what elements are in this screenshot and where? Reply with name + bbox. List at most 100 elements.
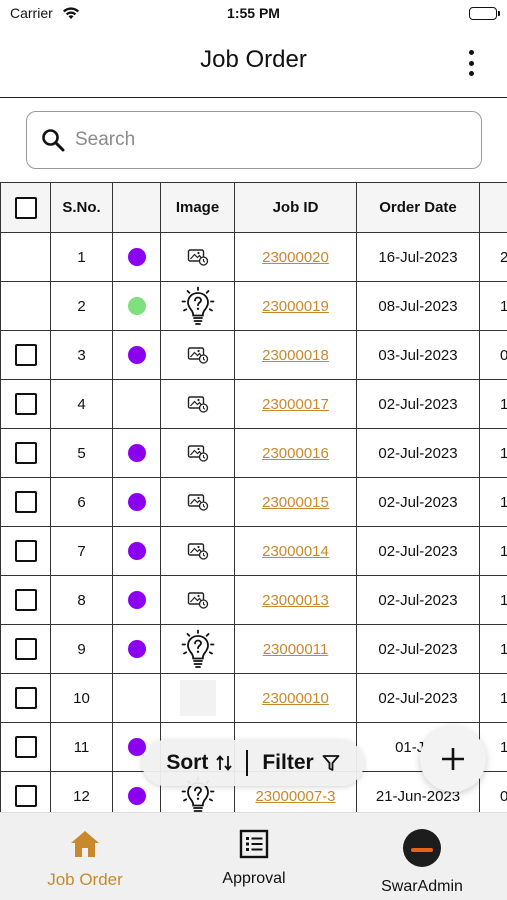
sno-cell: 10 bbox=[50, 673, 113, 723]
row-checkbox[interactable] bbox=[14, 736, 37, 758]
idea-icon[interactable] bbox=[179, 286, 217, 326]
job-id-cell: 23000011 bbox=[234, 624, 357, 674]
table-row[interactable]: 10 23000010 02-Jul-202312 bbox=[0, 673, 507, 723]
select-cell[interactable] bbox=[0, 673, 51, 723]
image-cell[interactable] bbox=[160, 281, 235, 331]
select-cell[interactable] bbox=[0, 624, 51, 674]
image-icon[interactable] bbox=[187, 444, 209, 462]
nav-label-swaradmin: SwarAdmin bbox=[381, 878, 463, 895]
row-checkbox[interactable] bbox=[14, 785, 37, 807]
status-cell bbox=[112, 232, 161, 282]
image-cell[interactable] bbox=[160, 575, 235, 625]
select-cell[interactable] bbox=[0, 281, 51, 331]
image-placeholder[interactable] bbox=[179, 680, 216, 716]
row-checkbox[interactable] bbox=[14, 344, 37, 366]
idea-icon[interactable] bbox=[179, 629, 217, 669]
table-row[interactable]: 7 23000014 02-Jul-202312 bbox=[0, 526, 507, 576]
sort-button[interactable]: Sort bbox=[166, 751, 233, 775]
table-row[interactable]: 3 23000018 03-Jul-202303 bbox=[0, 330, 507, 380]
column-header-image[interactable]: Image bbox=[160, 182, 235, 233]
more-options-icon[interactable] bbox=[465, 50, 477, 76]
battery-icon bbox=[469, 7, 500, 20]
table-header-row: S.No. Image Job ID Order Date bbox=[0, 182, 507, 233]
image-cell[interactable] bbox=[160, 232, 235, 282]
nav-item-approval[interactable]: Approval bbox=[169, 829, 339, 888]
row-checkbox[interactable] bbox=[14, 687, 37, 709]
select-cell[interactable] bbox=[0, 330, 51, 380]
table-row[interactable]: 6 23000015 02-Jul-202312 bbox=[0, 477, 507, 527]
image-cell[interactable] bbox=[160, 428, 235, 478]
job-id-link[interactable]: 23000010 bbox=[262, 690, 329, 707]
job-id-link[interactable]: 23000020 bbox=[262, 249, 329, 266]
row-checkbox[interactable] bbox=[14, 393, 37, 415]
image-cell[interactable] bbox=[160, 526, 235, 576]
status-cell bbox=[112, 624, 161, 674]
select-all-cell[interactable] bbox=[0, 182, 51, 233]
job-id-link[interactable]: 23000013 bbox=[262, 592, 329, 609]
select-cell[interactable] bbox=[0, 232, 51, 282]
row-checkbox[interactable] bbox=[14, 442, 37, 464]
search-input[interactable] bbox=[75, 129, 465, 151]
image-icon[interactable] bbox=[187, 248, 209, 266]
status-cell bbox=[112, 526, 161, 576]
image-icon[interactable] bbox=[187, 542, 209, 560]
search-box[interactable] bbox=[26, 111, 482, 169]
sort-label: Sort bbox=[166, 751, 209, 774]
next-column-cell: 12 bbox=[479, 477, 507, 527]
image-cell[interactable] bbox=[160, 477, 235, 527]
select-cell[interactable] bbox=[0, 428, 51, 478]
row-checkbox[interactable] bbox=[14, 589, 37, 611]
add-job-order-button[interactable] bbox=[420, 726, 486, 792]
job-id-link[interactable]: 23000018 bbox=[262, 347, 329, 364]
sno-cell: 11 bbox=[50, 722, 113, 772]
image-cell[interactable] bbox=[160, 624, 235, 674]
job-order-table[interactable]: S.No. Image Job ID Order Date 1 23000020 1… bbox=[0, 182, 507, 812]
job-id-link[interactable]: 23000017 bbox=[262, 396, 329, 413]
status-dot bbox=[127, 787, 146, 806]
select-all-checkbox[interactable] bbox=[14, 196, 37, 219]
row-checkbox[interactable] bbox=[14, 540, 37, 562]
sort-arrows-icon bbox=[216, 754, 233, 772]
column-header-sno[interactable]: S.No. bbox=[50, 182, 113, 233]
table-row[interactable]: 2 23000019 08-Jul-202318 bbox=[0, 281, 507, 331]
job-id-link[interactable]: 23000016 bbox=[262, 445, 329, 462]
table-row[interactable]: 8 23000013 02-Jul-202312 bbox=[0, 575, 507, 625]
table-row[interactable]: 5 23000016 02-Jul-202312 bbox=[0, 428, 507, 478]
select-cell[interactable] bbox=[0, 379, 51, 429]
row-checkbox[interactable] bbox=[14, 638, 37, 660]
table-row[interactable]: 9 23000011 02-Jul-202312 bbox=[0, 624, 507, 674]
image-cell[interactable] bbox=[160, 379, 235, 429]
image-cell[interactable] bbox=[160, 330, 235, 380]
column-header-order-date[interactable]: Order Date bbox=[356, 182, 480, 233]
select-cell[interactable] bbox=[0, 771, 51, 812]
order-date-cell: 03-Jul-2023 bbox=[356, 330, 480, 380]
table-row[interactable]: 4 23000017 02-Jul-202312 bbox=[0, 379, 507, 429]
job-id-link[interactable]: 23000011 bbox=[263, 641, 329, 658]
image-icon[interactable] bbox=[187, 395, 209, 413]
image-icon[interactable] bbox=[187, 591, 209, 609]
status-cell bbox=[112, 281, 161, 331]
app-header: Job Order bbox=[0, 30, 507, 98]
select-cell[interactable] bbox=[0, 526, 51, 576]
filter-button[interactable]: Filter bbox=[262, 751, 340, 775]
select-cell[interactable] bbox=[0, 477, 51, 527]
image-icon[interactable] bbox=[187, 493, 209, 511]
job-id-link[interactable]: 23000019 bbox=[262, 298, 329, 315]
job-id-cell: 23000016 bbox=[234, 428, 357, 478]
select-cell[interactable] bbox=[0, 722, 51, 772]
job-id-link[interactable]: 23000014 bbox=[262, 543, 329, 560]
image-icon[interactable] bbox=[187, 346, 209, 364]
row-checkbox[interactable] bbox=[14, 491, 37, 513]
job-id-link[interactable]: 23000015 bbox=[262, 494, 329, 511]
image-cell[interactable] bbox=[160, 673, 235, 723]
nav-item-swaradmin[interactable]: SwarAdmin bbox=[337, 829, 507, 896]
nav-item-job-order[interactable]: Job Order bbox=[0, 829, 170, 890]
job-id-link[interactable]: 23000007-3 bbox=[255, 788, 335, 805]
table-row[interactable]: 1 23000020 16-Jul-202326 bbox=[0, 232, 507, 282]
select-cell[interactable] bbox=[0, 575, 51, 625]
status-dot bbox=[127, 591, 146, 610]
order-date-cell: 02-Jul-2023 bbox=[356, 575, 480, 625]
order-date-cell: 02-Jul-2023 bbox=[356, 477, 480, 527]
order-date-cell: 08-Jul-2023 bbox=[356, 281, 480, 331]
column-header-job-id[interactable]: Job ID bbox=[234, 182, 357, 233]
